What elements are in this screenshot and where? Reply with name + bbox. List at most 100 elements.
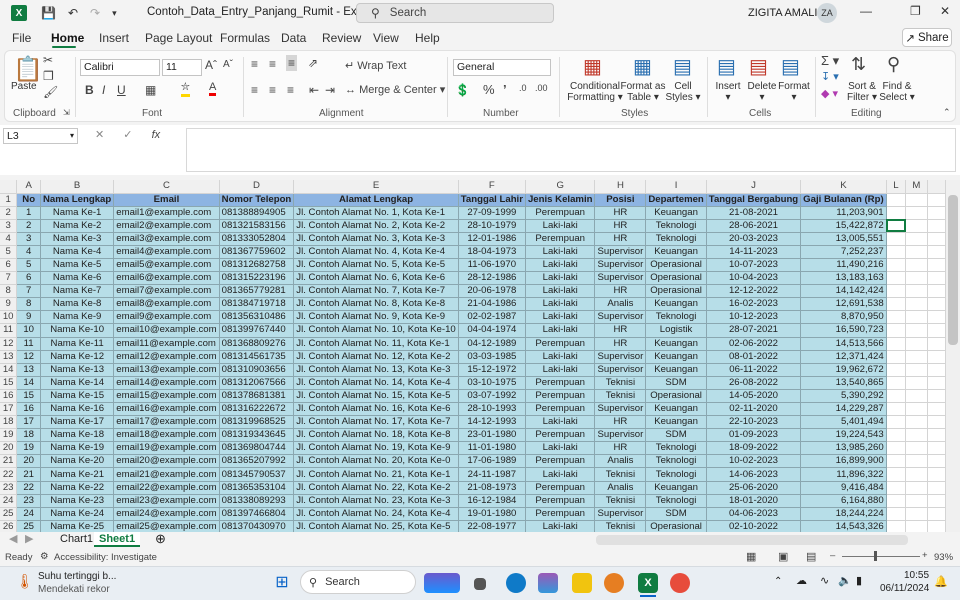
table-cell[interactable]: email9@example.com — [113, 310, 220, 325]
table-cell[interactable]: HR — [594, 323, 647, 338]
enter-icon[interactable]: ✓ — [123, 129, 132, 141]
conditional-formatting-button[interactable]: Conditional Formatting ▾ — [565, 81, 625, 103]
empty-cell[interactable] — [927, 297, 946, 312]
empty-cell[interactable] — [927, 323, 946, 338]
table-cell[interactable]: Laki-laki — [525, 520, 596, 532]
excel-taskbar-icon[interactable]: X — [638, 573, 658, 593]
table-cell[interactable]: 14,142,424 — [800, 284, 887, 299]
column-header-e[interactable]: E — [293, 180, 459, 194]
table-cell[interactable]: Laki-laki — [525, 467, 596, 482]
table-cell[interactable]: email10@example.com — [113, 323, 220, 338]
empty-cell[interactable] — [927, 467, 946, 482]
table-cell[interactable]: 081370430970 — [219, 520, 295, 532]
selected-cell[interactable] — [886, 219, 907, 233]
table-cell[interactable]: Operasional — [645, 271, 707, 286]
table-cell[interactable]: Keuangan — [645, 337, 707, 351]
comma-style-icon[interactable]: ’ — [503, 82, 507, 97]
empty-cell[interactable] — [927, 245, 946, 259]
widget-image-icon[interactable] — [424, 573, 460, 593]
table-cell[interactable]: email1@example.com — [113, 206, 220, 220]
table-cell[interactable]: 21 — [16, 467, 41, 482]
copilot-icon[interactable] — [538, 573, 558, 593]
table-cell[interactable]: Nama Ke-16 — [40, 402, 115, 417]
column-title[interactable]: Posisi — [594, 193, 647, 207]
align-center-icon[interactable]: ≡ — [269, 83, 276, 97]
table-cell[interactable]: Laki-laki — [525, 350, 596, 364]
sort-filter-button[interactable]: Sort & Filter ▾ — [843, 81, 881, 103]
tab-insert[interactable]: Insert — [99, 31, 129, 45]
accounting-format-icon[interactable]: 💲 — [455, 83, 470, 97]
row-header[interactable]: 23 — [0, 481, 18, 495]
tab-file[interactable]: File — [12, 31, 31, 45]
table-cell[interactable]: Operasional — [645, 284, 707, 299]
tab-help[interactable]: Help — [415, 31, 440, 45]
column-header-d[interactable]: D — [219, 180, 295, 194]
underline-icon[interactable]: U — [117, 83, 126, 97]
wifi-icon[interactable]: ∿ — [820, 574, 829, 587]
table-cell[interactable]: Laki-laki — [525, 310, 596, 325]
table-cell[interactable]: 02-10-2022 — [706, 520, 802, 532]
table-cell[interactable]: 13 — [16, 363, 41, 377]
empty-cell[interactable] — [905, 337, 928, 351]
show-hidden-icons-icon[interactable]: ⌃ — [774, 576, 782, 587]
avatar[interactable]: ZA — [817, 3, 837, 23]
start-icon[interactable]: ⊞ — [272, 573, 292, 593]
table-cell[interactable]: email23@example.com — [113, 494, 220, 508]
table-cell[interactable]: Nama Ke-14 — [40, 376, 115, 390]
table-cell[interactable]: Jl. Contoh Alamat No. 15, Kota Ke-5 — [293, 389, 459, 404]
tab-review[interactable]: Review — [322, 31, 361, 45]
table-cell[interactable]: 081365207992 — [219, 454, 295, 469]
table-cell[interactable]: 11,490,216 — [800, 258, 887, 273]
table-cell[interactable]: Supervisor — [594, 245, 647, 259]
table-cell[interactable]: Perempuan — [525, 232, 596, 246]
table-cell[interactable]: Keuangan — [645, 206, 707, 220]
column-title[interactable]: Departemen — [645, 193, 707, 207]
empty-cell[interactable] — [905, 389, 928, 404]
column-header-a[interactable]: A — [16, 180, 41, 194]
table-cell[interactable]: 6,164,880 — [800, 494, 887, 508]
accessibility-status[interactable]: Accessibility: Investigate — [54, 552, 157, 563]
table-cell[interactable]: 12-01-1986 — [458, 232, 526, 246]
number-format-select[interactable]: General — [453, 59, 551, 76]
table-cell[interactable]: 10-04-2023 — [706, 271, 802, 286]
table-cell[interactable]: 02-02-1987 — [458, 310, 526, 325]
row-header[interactable]: 12 — [0, 337, 18, 351]
empty-cell[interactable] — [886, 193, 907, 207]
table-cell[interactable]: 14,513,566 — [800, 337, 887, 351]
row-header[interactable]: 19 — [0, 428, 18, 443]
table-cell[interactable]: 11 — [16, 337, 41, 351]
table-cell[interactable]: 14-06-2023 — [706, 467, 802, 482]
table-cell[interactable]: 16,590,723 — [800, 323, 887, 338]
zoom-in-icon[interactable]: + — [922, 550, 928, 561]
table-cell[interactable]: 24-11-1987 — [458, 467, 526, 482]
volume-icon[interactable]: 🔈 — [838, 574, 852, 587]
empty-cell[interactable] — [927, 219, 946, 233]
row-header[interactable]: 17 — [0, 402, 18, 417]
table-cell[interactable]: Teknisi — [594, 389, 647, 404]
table-cell[interactable]: 17-06-1989 — [458, 454, 526, 469]
table-cell[interactable]: Teknologi — [645, 219, 707, 233]
table-cell[interactable]: 14-11-2023 — [706, 245, 802, 259]
table-cell[interactable]: email20@example.com — [113, 454, 220, 469]
column-header-c[interactable]: C — [113, 180, 220, 194]
table-cell[interactable]: 10-07-2023 — [706, 258, 802, 273]
table-cell[interactable]: 081316222672 — [219, 402, 295, 417]
table-cell[interactable]: 2 — [16, 219, 41, 233]
table-cell[interactable]: Teknisi — [594, 520, 647, 532]
column-title[interactable]: Gaji Bulanan (Rp) — [800, 193, 887, 207]
table-cell[interactable]: HR — [594, 415, 647, 430]
increase-font-icon[interactable]: Aˆ — [205, 58, 217, 72]
empty-cell[interactable] — [927, 402, 946, 417]
empty-cell[interactable] — [905, 284, 928, 299]
table-cell[interactable]: Nama Ke-3 — [40, 232, 115, 246]
zoom-level[interactable]: 93% — [934, 552, 953, 563]
horizontal-scrollbar[interactable] — [596, 535, 908, 545]
table-cell[interactable]: 4 — [16, 245, 41, 259]
table-cell[interactable]: 19-01-1980 — [458, 507, 526, 521]
table-cell[interactable]: Nama Ke-5 — [40, 258, 115, 273]
format-as-table-button[interactable]: Format as Table ▾ — [619, 81, 667, 103]
table-cell[interactable]: 081333052804 — [219, 232, 295, 246]
table-cell[interactable]: Keuangan — [645, 481, 707, 495]
table-cell[interactable]: 081369804744 — [219, 441, 295, 456]
table-cell[interactable]: 28-06-2021 — [706, 219, 802, 233]
